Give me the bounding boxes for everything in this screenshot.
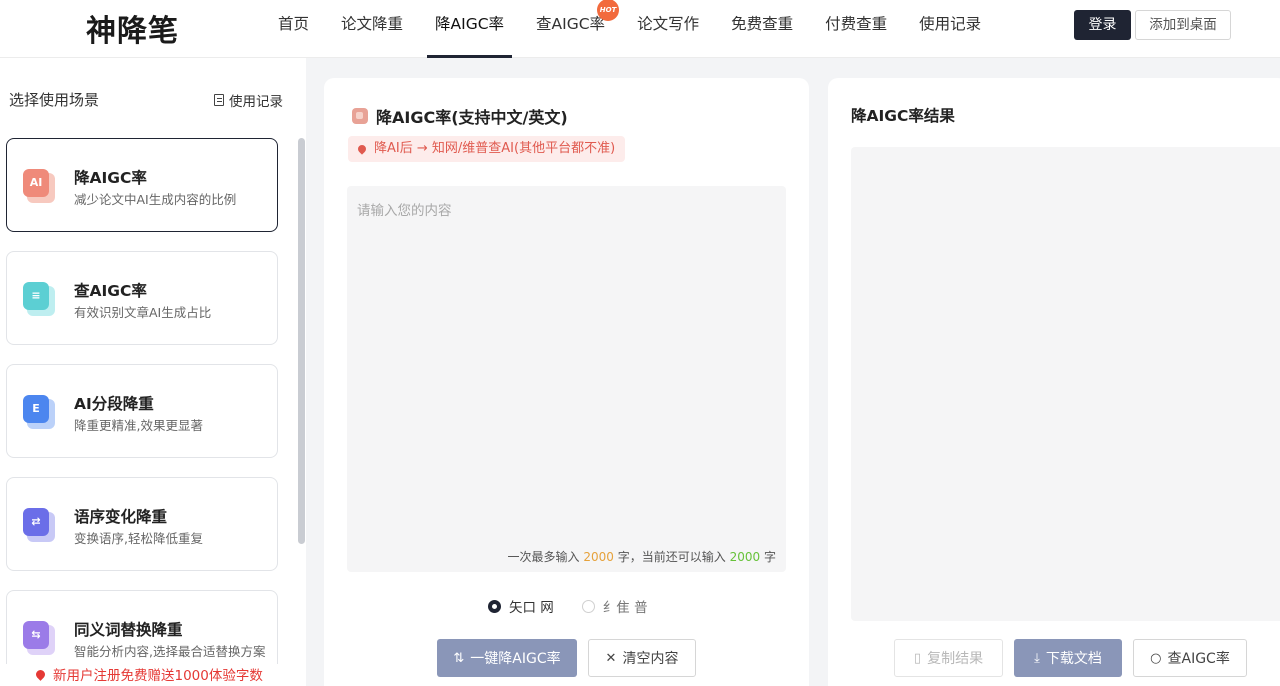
close-icon: ✕ — [605, 650, 617, 666]
promo-text-wrap: 新用户注册免费赠送1000体验字数 — [34, 664, 263, 684]
document-icon — [214, 94, 224, 106]
card-title: AI分段降重 — [74, 395, 154, 413]
input-panel: 降AIGC率(支持中文/英文) 降AI后 → 知网/维普查AI(其他平台都不准)… — [324, 78, 809, 686]
check-aigc-button-label: 查AIGC率 — [1167, 651, 1230, 667]
add-to-desktop-button[interactable]: 添加到桌面 — [1135, 10, 1231, 40]
char-counter: 一次最多输入 2000 字，当前还可以输入 2000 字 — [508, 548, 776, 565]
promo-banner[interactable]: 新用户注册免费赠送1000体验字数 — [0, 664, 306, 686]
usage-record-link[interactable]: 使用记录 — [214, 90, 283, 110]
counter-prefix: 一次最多输入 — [507, 550, 580, 564]
radio-label: 纟隹 普 — [602, 600, 648, 616]
reorder-icon: ⇄ — [23, 508, 57, 544]
radio-option-vip[interactable]: 纟隹 普 — [581, 596, 648, 616]
scenario-card-reduce-aigc[interactable]: AI 降AIGC率 减少论文中AI生成内容的比例 — [6, 138, 278, 232]
top-header: 神降笔 首页 论文降重 降AIGC率 查AIGC率 HOT 论文写作 免费查重 … — [0, 0, 1280, 58]
login-button[interactable]: 登录 — [1074, 10, 1131, 40]
radio-label: 矢口 网 — [509, 600, 554, 616]
nav-check-aigc[interactable]: 查AIGC率 HOT — [528, 0, 620, 58]
reduce-aigc-button-label: 一键降AIGC率 — [470, 651, 561, 667]
ai-reduce-icon — [352, 108, 368, 124]
nav-paper-rewrite[interactable]: 论文降重 — [333, 0, 411, 58]
sidebar-scrollbar[interactable] — [298, 138, 305, 544]
card-title: 降AIGC率 — [74, 169, 147, 187]
card-desc: 降重更精准,效果更显著 — [74, 418, 203, 433]
copy-result-button-label: 复制结果 — [927, 651, 984, 667]
search-icon: ○ — [1150, 650, 1162, 666]
card-desc: 智能分析内容,选择最合适替换方案 — [74, 644, 266, 659]
nav-reduce-aigc[interactable]: 降AIGC率 — [427, 0, 513, 58]
synonym-icon: ⇆ — [23, 621, 57, 657]
ai-reduce-icon: AI — [23, 169, 57, 205]
platform-tip: 降AI后 → 知网/维普查AI(其他平台都不准) — [348, 136, 626, 162]
card-desc: 减少论文中AI生成内容的比例 — [74, 192, 237, 207]
platform-tip-text: 降AI后 → 知网/维普查AI(其他平台都不准) — [374, 141, 616, 156]
sort-arrows-icon: ⇅ — [453, 650, 465, 666]
nav-paid-check[interactable]: 付费查重 — [817, 0, 895, 58]
hot-badge: HOT — [597, 0, 620, 21]
card-desc: 有效识别文章AI生成占比 — [74, 305, 212, 320]
card-title: 同义词替换降重 — [74, 621, 183, 639]
clear-content-button[interactable]: ✕ 清空内容 — [588, 639, 696, 677]
site-logo[interactable]: 神降笔 — [86, 6, 179, 50]
clear-content-button-label: 清空内容 — [622, 651, 679, 667]
ai-detect-icon: ≡ — [23, 282, 57, 318]
reduce-aigc-button[interactable]: ⇅ 一键降AIGC率 — [437, 639, 577, 677]
sidebar-title: 选择使用场景 — [9, 91, 100, 109]
radio-unchecked-icon — [581, 599, 595, 613]
nav-home[interactable]: 首页 — [270, 0, 317, 58]
scenario-sidebar: 选择使用场景 使用记录 AI 降AIGC率 减少论文中AI生成内容的比例 ≡ 查… — [0, 58, 306, 686]
input-panel-title-text: 降AIGC率(支持中文/英文) — [376, 108, 568, 127]
counter-mid: 字，当前还可以输入 — [617, 550, 726, 564]
card-title: 查AIGC率 — [74, 282, 147, 300]
max-chars: 2000 — [583, 550, 614, 564]
result-panel-title: 降AIGC率结果 — [851, 107, 955, 125]
radio-option-cnki[interactable]: 矢口 网 — [488, 596, 554, 616]
card-title: 语序变化降重 — [74, 508, 168, 526]
nav-usage-record[interactable]: 使用记录 — [911, 0, 989, 58]
location-pin-icon — [34, 667, 47, 681]
scenario-card-check-aigc[interactable]: ≡ 查AIGC率 有效识别文章AI生成占比 — [6, 251, 278, 345]
content-input[interactable]: 请输入您的内容 一次最多输入 2000 字，当前还可以输入 2000 字 — [347, 186, 786, 572]
nav-paper-writing[interactable]: 论文写作 — [629, 0, 707, 58]
content-input-placeholder: 请输入您的内容 — [357, 203, 452, 219]
scenario-card-ai-paragraph[interactable]: E AI分段降重 降重更精准,效果更显著 — [6, 364, 278, 458]
download-icon: ⤓ — [1034, 650, 1040, 666]
result-output[interactable] — [851, 147, 1280, 621]
remaining-chars: 2000 — [729, 550, 761, 564]
document-icon: ▯ — [913, 650, 922, 666]
copy-result-button[interactable]: ▯ 复制结果 — [894, 639, 1003, 677]
promo-text: 新用户注册免费赠送1000体验字数 — [53, 668, 263, 684]
download-document-button-label: 下载文档 — [1045, 651, 1102, 667]
input-panel-title: 降AIGC率(支持中文/英文) — [352, 104, 568, 128]
download-document-button[interactable]: ⤓ 下载文档 — [1014, 639, 1122, 677]
result-panel: 降AIGC率结果 ▯ 复制结果 ⤓ 下载文档 ○ 查AIGC率 — [828, 78, 1280, 686]
card-desc: 变换语序,轻松降低重复 — [74, 531, 203, 546]
scenario-card-word-order[interactable]: ⇄ 语序变化降重 变换语序,轻松降低重复 — [6, 477, 278, 571]
paragraph-icon: E — [23, 395, 57, 431]
main-nav: 首页 论文降重 降AIGC率 查AIGC率 HOT 论文写作 免费查重 付费查重… — [270, 0, 1005, 58]
nav-free-check[interactable]: 免费查重 — [723, 0, 801, 58]
radio-checked-icon — [488, 599, 501, 613]
location-pin-icon — [356, 143, 368, 155]
nav-check-aigc-label: 查AIGC率 — [536, 15, 606, 33]
usage-record-label: 使用记录 — [229, 94, 283, 110]
platform-radio-group: 矢口 网 纟隹 普 — [488, 596, 676, 616]
check-aigc-button[interactable]: ○ 查AIGC率 — [1133, 639, 1247, 677]
counter-suffix: 字 — [763, 550, 776, 564]
